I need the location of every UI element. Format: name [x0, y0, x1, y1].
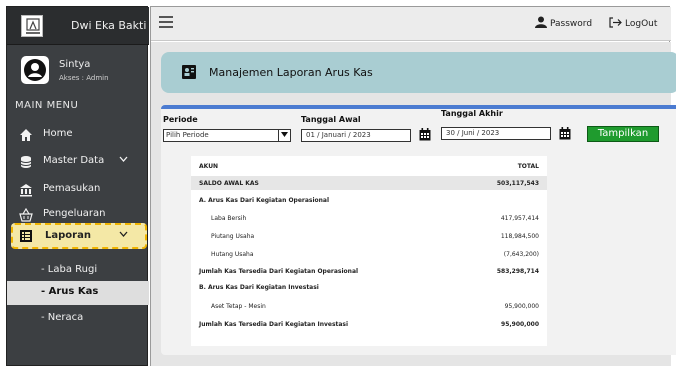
- table-cell-akun: Aset Tetap - Mesin: [211, 303, 266, 310]
- table-cell-akun: B. Arus Kas Dari Kegiatan Investasi: [199, 284, 319, 291]
- brand-name: Dwi Eka Bakti: [71, 19, 147, 32]
- page-title: Manajemen Laporan Arus Kas: [209, 66, 373, 79]
- periode-select-value: Pilih Periode: [166, 131, 209, 139]
- arus-kas-table: AKUN TOTAL SALDO AWAL KAS 503,117,543 A.…: [191, 156, 547, 346]
- tanggal-akhir-input[interactable]: 30 / Juni / 2023: [441, 127, 551, 140]
- user-icon: [535, 16, 547, 28]
- sidebar-item-label: Pemasukan: [43, 183, 101, 194]
- submenu-item-arus-kas[interactable]: - Arus Kas: [7, 281, 149, 305]
- chevron-down-icon: [119, 156, 128, 162]
- sidebar-item-master-data[interactable]: Master Data: [7, 149, 149, 175]
- id-card-icon: [182, 65, 196, 79]
- calendar-icon[interactable]: [559, 127, 571, 140]
- table-cell-total: 118,984,500: [500, 233, 539, 240]
- hamburger-menu-icon[interactable]: [159, 16, 173, 28]
- content-area: Manajemen Laporan Arus Kas Periode Tangg…: [151, 42, 676, 366]
- sidebar-item-label: Master Data: [43, 155, 105, 166]
- logout-label: LogOut: [625, 19, 658, 29]
- periode-select[interactable]: Pilih Periode: [163, 129, 291, 142]
- table-header-akun: AKUN: [199, 163, 219, 170]
- submenu-item-neraca[interactable]: - Neraca: [7, 307, 149, 331]
- table-cell-akun: Jumlah Kas Tersedia Dari Kegiatan Invest…: [199, 321, 349, 328]
- tanggal-awal-label: Tanggal Awal: [301, 115, 361, 124]
- basket-icon: [19, 208, 33, 222]
- tampilkan-button[interactable]: Tampilkan: [587, 126, 659, 142]
- chevron-down-icon: [119, 231, 128, 237]
- user-avatar-icon: [21, 56, 49, 84]
- password-label: Password: [550, 19, 593, 29]
- bank-icon: [20, 184, 32, 197]
- table-cell-total: (7,643,200): [503, 251, 539, 258]
- submenu-item-label: - Laba Rugi: [41, 264, 98, 275]
- table-cell-total: 583,298,714: [496, 268, 539, 275]
- user-panel: Sintya Akses : Admin: [7, 47, 149, 97]
- home-icon: [20, 129, 32, 141]
- tanggal-akhir-label: Tanggal Akhir: [441, 109, 503, 118]
- table-cell-akun: Piutang Usaha: [211, 233, 255, 240]
- sidebar-item-pemasukan[interactable]: Pemasukan: [7, 177, 149, 203]
- table-cell-total: 503,117,543: [496, 180, 539, 187]
- table-row: SALDO AWAL KAS 503,117,543: [191, 176, 547, 190]
- company-logo: [21, 15, 43, 37]
- database-icon: [20, 156, 32, 168]
- brand-bar: Dwi Eka Bakti: [7, 7, 149, 45]
- submenu-item-label: - Neraca: [41, 312, 84, 323]
- page-header: Manajemen Laporan Arus Kas: [161, 52, 676, 93]
- tanggal-akhir-value: 30 / Juni / 2023: [446, 129, 500, 137]
- calendar-icon[interactable]: [419, 128, 431, 141]
- sidebar-item-label: Laporan: [45, 230, 91, 241]
- table-cell-akun: A. Arus Kas Dari Kegiatan Operasional: [199, 197, 330, 204]
- user-name: Sintya: [59, 59, 91, 70]
- sidebar: Dwi Eka Bakti Sintya Akses : Admin MAIN …: [6, 6, 149, 366]
- main-area: Password LogOut Manajemen Laporan Arus K…: [150, 6, 676, 366]
- submenu-item-laba-rugi[interactable]: - Laba Rugi: [7, 259, 149, 283]
- report-panel: Periode Tanggal Awal Tanggal Akhir Pilih…: [161, 105, 676, 355]
- top-bar: Password LogOut: [151, 7, 671, 41]
- table-header-total: TOTAL: [517, 163, 539, 170]
- tanggal-awal-value: 01 / Januari / 2023: [306, 131, 371, 139]
- report-icon: [20, 230, 32, 242]
- table-cell-akun: SALDO AWAL KAS: [199, 180, 259, 187]
- table-cell-akun: Laba Bersih: [211, 215, 247, 222]
- dropdown-arrow-icon[interactable]: [278, 130, 290, 141]
- sidebar-item-home[interactable]: Home: [7, 122, 149, 148]
- submenu-item-label: - Arus Kas: [41, 286, 99, 297]
- table-cell-total: 95,900,000: [501, 321, 539, 328]
- table-cell-total: 95,900,000: [504, 303, 539, 310]
- user-role: Akses : Admin: [59, 74, 109, 82]
- logout-icon: [609, 17, 622, 28]
- sidebar-item-laporan[interactable]: Laporan: [11, 223, 147, 249]
- sidebar-item-label: Home: [43, 128, 73, 139]
- table-cell-akun: Hutang Usaha: [211, 251, 254, 258]
- table-cell-total: 417,957,414: [500, 215, 539, 222]
- sidebar-item-label: Pengeluaran: [43, 208, 106, 219]
- tanggal-awal-input[interactable]: 01 / Januari / 2023: [301, 129, 411, 142]
- table-cell-akun: Jumlah Kas Tersedia Dari Kegiatan Operas…: [199, 268, 359, 275]
- main-menu-title: MAIN MENU: [15, 100, 79, 111]
- periode-label: Periode: [163, 115, 198, 124]
